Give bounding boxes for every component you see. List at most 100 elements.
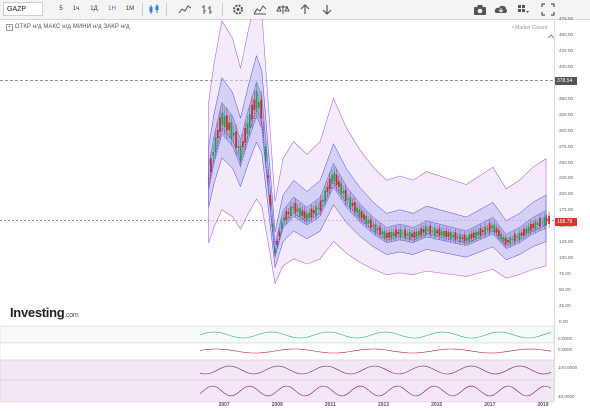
candle-body (221, 112, 224, 126)
candle-body (317, 208, 320, 210)
toolbar-divider (142, 3, 143, 16)
candle-body (436, 230, 439, 234)
candle-body (269, 195, 272, 206)
cloud-save-icon[interactable] (494, 3, 508, 16)
price-tick-label: 50.00 (559, 287, 571, 293)
candle-body (287, 212, 290, 215)
candle-body (360, 211, 363, 219)
candle-body (392, 232, 395, 237)
candle-body (497, 230, 500, 237)
candle-body (491, 225, 493, 229)
price-chart[interactable] (0, 19, 554, 411)
camera-icon[interactable] (473, 3, 487, 16)
candle-body (337, 181, 340, 187)
candle-body (292, 207, 295, 209)
candle-body (294, 202, 297, 213)
candle-body (399, 229, 402, 238)
timeframe-5[interactable]: 5 (56, 3, 66, 16)
time-tick-label: 2007 (218, 402, 230, 408)
candle-body (445, 230, 448, 237)
candle-body (390, 231, 393, 239)
candle-body (383, 231, 386, 239)
candle-body (534, 221, 537, 230)
redo-icon[interactable] (320, 3, 334, 16)
candle-body (212, 152, 215, 156)
price-tick-label: 275.00 (559, 143, 574, 149)
indicator-panel-3 (0, 359, 554, 381)
candle-body (449, 232, 452, 240)
candle-body (321, 199, 324, 202)
candle-body (424, 226, 427, 235)
reference-price-label: 378.54 (555, 77, 577, 85)
candle-body (417, 230, 420, 236)
balance-icon[interactable] (276, 3, 290, 16)
bar-chart-icon[interactable] (200, 3, 214, 16)
candle-body (438, 228, 441, 236)
investing-logo: Investing.com (10, 305, 79, 320)
candle-body (420, 228, 423, 236)
timeframe-1m[interactable]: 1М (124, 3, 136, 16)
fullscreen-icon[interactable] (541, 3, 555, 16)
undo-icon[interactable] (298, 3, 312, 16)
candle-body (344, 189, 347, 201)
candle-body (507, 240, 509, 243)
candle-body (372, 225, 375, 227)
candle-body (251, 104, 253, 120)
candle-body (207, 178, 210, 180)
candle-body (475, 231, 477, 239)
price-tick-label: 175.00 (559, 207, 574, 213)
candle-body (296, 208, 299, 212)
candle-body (349, 197, 352, 208)
price-tick-label: 325.00 (559, 111, 574, 117)
time-tick-label: 2011 (324, 402, 336, 408)
candle-body (404, 229, 407, 238)
indicators-icon[interactable] (178, 3, 192, 16)
timeframe-1d[interactable]: 1Д (88, 3, 100, 16)
price-tick-label: 300.00 (559, 127, 574, 133)
candle-body (230, 121, 233, 139)
candle-body (440, 231, 443, 236)
candle-body (376, 228, 379, 230)
time-tick-label: 2017 (484, 402, 496, 408)
time-tick-label: 2019 (537, 402, 549, 408)
candle-body (305, 213, 308, 221)
symbol-input[interactable]: GAZP (3, 2, 43, 16)
candle-body (422, 229, 425, 233)
candle-body (335, 174, 338, 186)
candle-body (488, 223, 491, 232)
indicator-4-label: 40.0000 (558, 394, 575, 399)
candle-body (479, 228, 482, 236)
candle-body (532, 223, 534, 229)
candle-body (223, 116, 226, 128)
indicator-panel-2 (0, 342, 554, 361)
candle-body (454, 232, 457, 240)
candle-body (374, 224, 377, 233)
candle-body (413, 231, 416, 239)
candle-body (365, 215, 368, 225)
price-tick-label: 475.00 (559, 16, 574, 21)
timeframe-1h[interactable]: 1ч (70, 3, 82, 16)
candle-body (246, 123, 249, 134)
settings-icon[interactable] (231, 3, 245, 16)
area-icon[interactable] (253, 3, 267, 16)
grid-icon[interactable] (516, 3, 530, 16)
candle-body (406, 233, 409, 236)
candle-body (520, 232, 523, 236)
candle-body (299, 207, 301, 217)
candle-body (260, 99, 263, 119)
time-tick-label: 2015 (431, 402, 443, 408)
candle-body (529, 223, 532, 231)
candle-body (477, 231, 480, 236)
candle-body (401, 233, 404, 235)
price-tick-label: 125.00 (559, 239, 574, 245)
price-tick-label: 75.00 (559, 271, 571, 277)
candle-body (356, 207, 359, 213)
brand-suffix: .com (64, 312, 79, 319)
candlestick-icon[interactable] (147, 3, 161, 16)
time-tick-label: 2009 (271, 402, 283, 408)
timeframe-1w[interactable]: 1Н (106, 3, 118, 16)
chart-toolbar: GAZP 5 1ч 1Д 1Н 1М (0, 0, 590, 20)
price-tick-label: 400.00 (559, 63, 574, 69)
candle-body (415, 231, 418, 238)
candle-body (461, 237, 464, 239)
